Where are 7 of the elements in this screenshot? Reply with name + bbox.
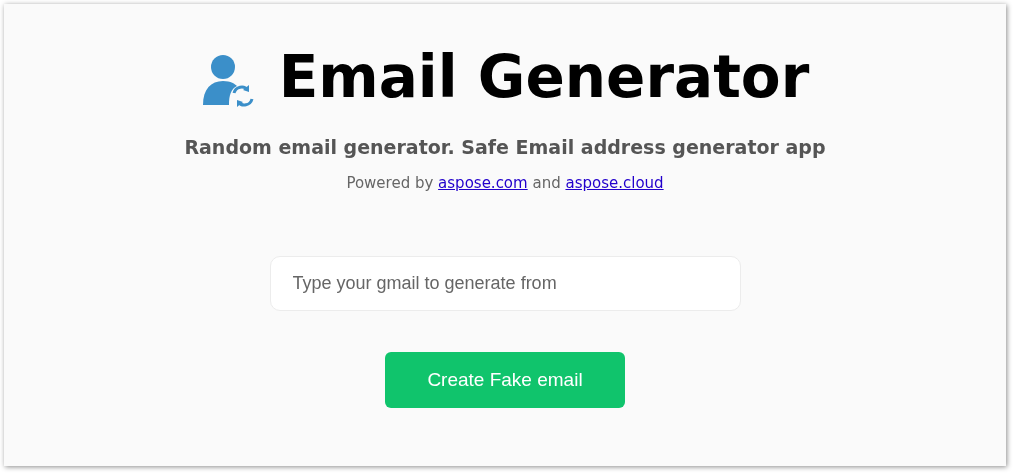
subtitle: Random email generator. Safe Email address generator app — [184, 136, 826, 158]
email-input-field[interactable]: Type your gmail to generate from — [269, 256, 741, 311]
aspose-cloud-link[interactable]: aspose.cloud — [565, 174, 664, 192]
powered-by-text: Powered by aspose.com and aspose.cloud — [346, 174, 664, 192]
aspose-com-link[interactable]: aspose.com — [438, 174, 528, 192]
page-title: Email Generator — [278, 42, 810, 113]
user-refresh-icon — [200, 53, 255, 107]
